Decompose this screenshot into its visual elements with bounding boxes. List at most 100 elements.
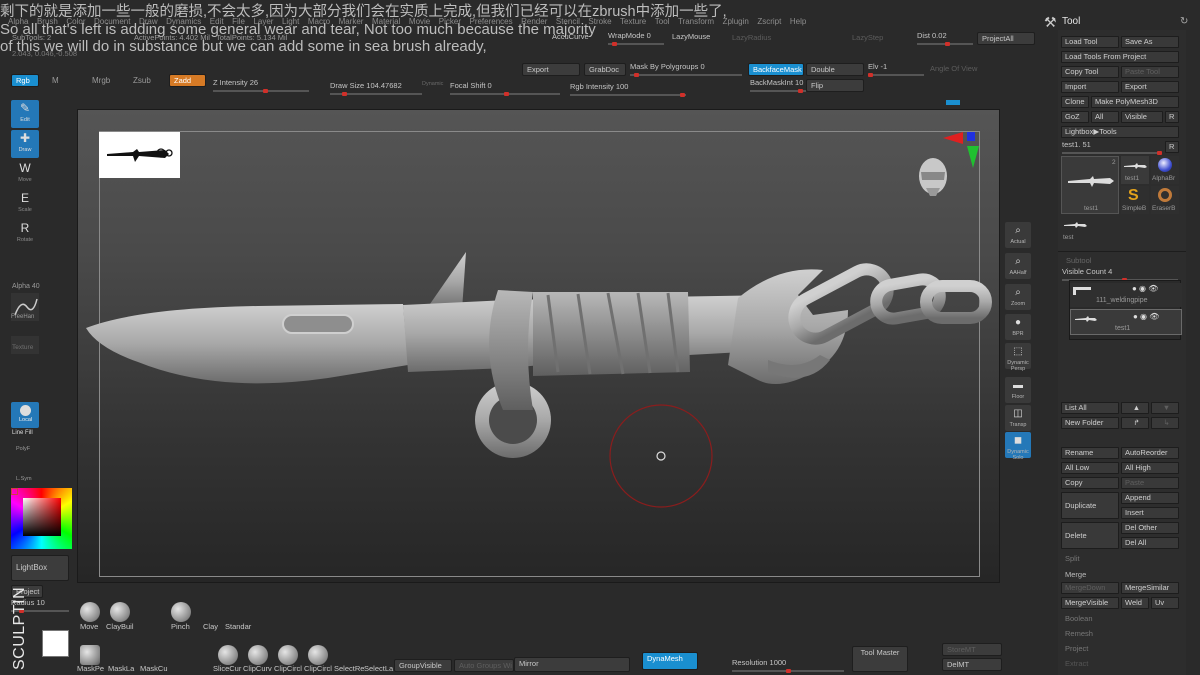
menu-item-texture[interactable]: Texture <box>620 14 646 30</box>
project-section[interactable]: Project <box>1065 644 1088 653</box>
shelf-zoom-button[interactable]: ⌕ Zoom <box>1005 284 1031 310</box>
all-high-button[interactable]: All High <box>1121 462 1179 474</box>
zadd-toggle[interactable]: Zadd <box>169 74 206 87</box>
double-toggle[interactable]: Double <box>806 63 864 76</box>
merge-visible-button[interactable]: MergeVisible <box>1061 597 1119 609</box>
clone-button[interactable]: Clone <box>1061 96 1089 108</box>
wrapmode-slider[interactable]: WrapMode 0 <box>608 31 664 47</box>
tool-thumb-eraserbrush[interactable]: EraserB <box>1151 186 1179 214</box>
menu-item-material[interactable]: Material <box>372 14 400 30</box>
subtool-visibility-icon[interactable]: ● ◉ 👁 <box>1132 284 1158 293</box>
tool-panel-title[interactable]: Tool <box>1062 16 1080 27</box>
menu-item-zplugin[interactable]: Zplugin <box>723 14 749 30</box>
lightbox-tools-button[interactable]: Lightbox▶Tools <box>1061 126 1179 138</box>
tool-thumb-main[interactable]: test1 2 <box>1061 156 1119 214</box>
shelf-dynamic-solo-button[interactable]: ◼ Dynamic Solo <box>1005 432 1031 461</box>
menu-item-stencil[interactable]: Stencil <box>556 14 580 30</box>
shelf-dynamic-persp-button[interactable]: ⬚ Dynamic Persp <box>1005 343 1031 372</box>
maskpen-brush-icon[interactable] <box>80 645 100 665</box>
export-button[interactable]: Export <box>522 63 580 76</box>
lightbox-button[interactable]: LightBox <box>11 555 69 581</box>
menu-item-file[interactable]: File <box>232 14 245 30</box>
delmt-button[interactable]: DelMT <box>942 658 1002 671</box>
shelf-floor-button[interactable]: ▬ Floor <box>1005 377 1031 403</box>
mirror-button[interactable]: Mirror <box>514 657 630 672</box>
extract-section[interactable]: Extract <box>1065 659 1088 668</box>
paste-subtool-button[interactable]: Paste <box>1121 477 1179 489</box>
dynamesh-button[interactable]: DynaMesh <box>642 652 698 670</box>
color-picker[interactable] <box>11 488 72 549</box>
copy-tool-button[interactable]: Copy Tool <box>1061 66 1119 78</box>
menu-item-picker[interactable]: Picker <box>439 14 461 30</box>
menu-item-dynamics[interactable]: Dynamics <box>166 14 201 30</box>
polyf-label[interactable]: PolyF <box>16 446 30 452</box>
current-tool-r-button[interactable]: R <box>1165 141 1179 153</box>
tool-thumb-test1[interactable]: test1 <box>1121 156 1149 184</box>
pinch-brush-icon[interactable] <box>171 602 191 622</box>
tool-scale-button[interactable]: E Scale <box>11 190 39 218</box>
split-section[interactable]: Split <box>1065 554 1080 563</box>
menu-item-document[interactable]: Document <box>94 14 130 30</box>
subtool-row-weldingpipe[interactable]: 111_weldingpipe ● ◉ 👁 <box>1070 283 1182 307</box>
import-button[interactable]: Import <box>1061 81 1119 93</box>
lsym-label[interactable]: L.Sym <box>16 476 32 482</box>
copy-subtool-button[interactable]: Copy <box>1061 477 1119 489</box>
angle-of-view-slider[interactable]: Angle Of View <box>930 64 977 73</box>
merge-section[interactable]: Merge <box>1065 570 1086 579</box>
z-intensity-slider[interactable]: Z Intensity 26 <box>213 78 309 94</box>
backmaskint-slider[interactable]: BackMaskInt 10 <box>750 78 806 94</box>
shelf-transp-button[interactable]: ◫ Transp <box>1005 405 1031 431</box>
weld-button[interactable]: Weld <box>1121 597 1149 609</box>
move-down-icon[interactable]: ▼ <box>1151 402 1179 414</box>
clipcurve-brush-icon[interactable] <box>248 645 268 665</box>
insert-button[interactable]: Insert <box>1121 507 1179 519</box>
folder-arrow-icon[interactable]: ↱ <box>1121 417 1149 429</box>
del-all-button[interactable]: Del All <box>1121 537 1179 549</box>
goz-visible-button[interactable]: Visible <box>1121 111 1163 123</box>
menu-item-light[interactable]: Light <box>282 14 299 30</box>
menu-item-help[interactable]: Help <box>790 14 806 30</box>
menu-item-alpha[interactable]: Alpha <box>8 14 28 30</box>
grabdoc-button[interactable]: GrabDoc <box>584 63 626 76</box>
load-tool-button[interactable]: Load Tool <box>1061 36 1119 48</box>
lazymouse-toggle[interactable]: LazyMouse <box>668 31 724 44</box>
mrgb-toggle[interactable]: Mrgb <box>92 76 110 85</box>
tool-edit-button[interactable]: ✎ Edit <box>11 100 39 128</box>
shelf-aahalf-button[interactable]: ⌕ AAHalf <box>1005 253 1031 279</box>
clipcircle-brush-icon[interactable] <box>278 645 298 665</box>
subtool-visibility-icon[interactable]: ● ◉ 👁 <box>1133 312 1159 321</box>
list-all-button[interactable]: List All <box>1061 402 1119 414</box>
boolean-section[interactable]: Boolean <box>1065 614 1093 623</box>
load-tools-from-project-button[interactable]: Load Tools From Project <box>1061 51 1179 63</box>
line-fill-label[interactable]: Line Fill <box>12 430 33 436</box>
menu-item-marker[interactable]: Marker <box>339 14 364 30</box>
storemt-button[interactable]: StoreMT <box>942 643 1002 656</box>
goz-r-button[interactable]: R <box>1165 111 1179 123</box>
local-symmetry-button[interactable]: Local <box>11 402 39 428</box>
clipcirclecenter-brush-icon[interactable] <box>308 645 328 665</box>
rgb-toggle[interactable]: Rgb <box>11 74 39 87</box>
menu-item-tool[interactable]: Tool <box>655 14 670 30</box>
auto-groups-button[interactable]: Auto Groups Wi <box>454 659 514 672</box>
backfacemask-toggle[interactable]: BackfaceMask <box>748 63 804 76</box>
menu-item-macro[interactable]: Macro <box>308 14 330 30</box>
lazystep-slider[interactable]: LazyStep <box>852 33 883 42</box>
projectall-button[interactable]: ProjectAll <box>977 32 1035 45</box>
tool-export-button[interactable]: Export <box>1121 81 1179 93</box>
tool-thumb-simplebrush[interactable]: S SimpleB <box>1121 186 1149 214</box>
menu-item-preferences[interactable]: Preferences <box>469 14 512 30</box>
tool-thumb-alphabrush[interactable]: AlphaBr <box>1151 156 1179 184</box>
move-up-icon[interactable]: ▲ <box>1121 402 1149 414</box>
menu-item-edit[interactable]: Edit <box>210 14 224 30</box>
save-as-button[interactable]: Save As <box>1121 36 1179 48</box>
menu-item-zscript[interactable]: Zscript <box>757 14 781 30</box>
draw-size-slider[interactable]: Draw Size 104.47682 <box>330 81 422 97</box>
elv-slider[interactable]: Elv -1 <box>868 62 924 78</box>
paste-tool-button[interactable]: Paste Tool <box>1121 66 1179 78</box>
shelf-actual-button[interactable]: ⌕ Actual <box>1005 222 1031 248</box>
tool-move-button[interactable]: W Move <box>11 160 39 188</box>
subtool-header[interactable]: Subtool <box>1066 256 1091 265</box>
menu-item-layer[interactable]: Layer <box>253 14 273 30</box>
menu-item-color[interactable]: Color <box>66 14 85 30</box>
rename-button[interactable]: Rename <box>1061 447 1119 459</box>
